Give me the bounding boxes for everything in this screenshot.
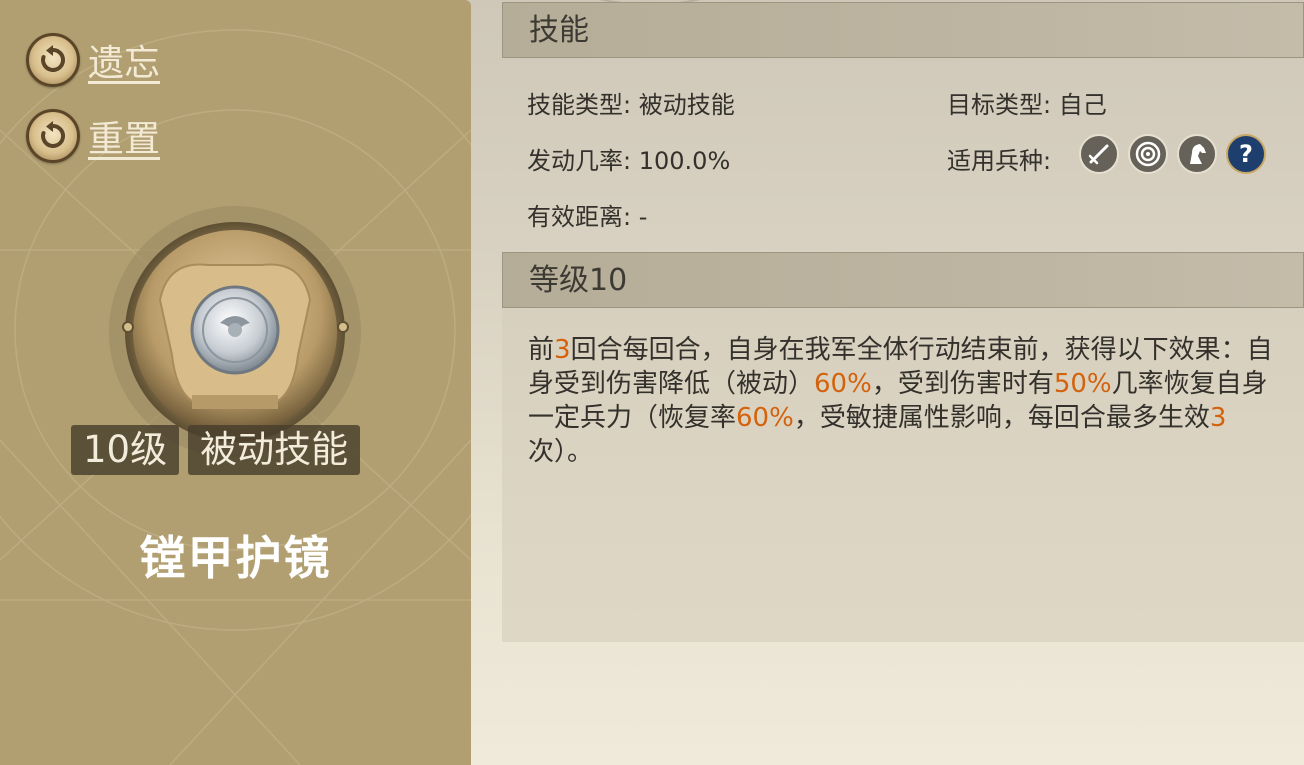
skill-description: 前3回合每回合，自身在我军全体行动结束前，获得以下效果：自身受到伤害降低（被动）…	[528, 333, 1278, 469]
unit-type-icons: ?	[1079, 134, 1266, 174]
skill-badges: 10级 被动技能	[71, 425, 361, 475]
trigger-rate-value: 100.0%	[638, 147, 731, 175]
skill-card-panel: 遗忘 重置 10级 被动技能 镗甲护镜	[0, 0, 471, 765]
description-highlight: 50%	[1053, 369, 1112, 399]
level-badge: 10级	[71, 425, 180, 475]
description-text: ，受到伤害时有	[871, 369, 1054, 399]
unit-types-row: 适用兵种:	[947, 141, 1051, 176]
reset-button[interactable]: 重置	[26, 108, 160, 164]
trigger-rate-row: 发动几率: 100.0%	[527, 141, 730, 176]
sword-icon[interactable]	[1079, 134, 1119, 174]
reset-icon	[26, 109, 80, 163]
skill-type-label: 技能类型:	[527, 91, 632, 119]
range-label: 有效距离:	[527, 203, 632, 231]
skill-type-badge: 被动技能	[188, 425, 361, 475]
level-section-header: 等级10	[502, 252, 1304, 308]
target-type-label: 目标类型:	[947, 91, 1052, 119]
description-text: 前	[528, 335, 555, 365]
help-icon[interactable]: ?	[1226, 134, 1266, 174]
skill-section-header: 技能	[502, 2, 1304, 58]
forget-label: 遗忘	[88, 43, 161, 84]
skill-name: 镗甲护镜	[139, 531, 332, 585]
description-text: ，受敏捷属性影响，每回合最多生效	[793, 403, 1210, 433]
reset-icon	[26, 33, 80, 87]
trigger-rate-label: 发动几率:	[527, 147, 632, 175]
forget-button[interactable]: 遗忘	[26, 32, 160, 88]
target-icon[interactable]	[1128, 134, 1168, 174]
horse-icon[interactable]	[1177, 134, 1217, 174]
skill-type-value: 被动技能	[638, 91, 735, 119]
target-type-value: 自己	[1058, 91, 1107, 119]
description-highlight: 60%	[736, 403, 794, 433]
reset-label: 重置	[88, 119, 161, 160]
description-highlight: 60%	[814, 369, 872, 399]
skill-type-row: 技能类型: 被动技能	[527, 85, 735, 120]
armor-shield-icon	[109, 206, 361, 458]
range-row: 有效距离: -	[527, 197, 647, 232]
target-type-row: 目标类型: 自己	[947, 85, 1107, 120]
range-value: -	[638, 203, 648, 231]
description-highlight: 3	[1209, 403, 1227, 433]
description-highlight: 3	[554, 335, 571, 365]
unit-types-label: 适用兵种:	[947, 147, 1052, 175]
description-text: 次）。	[528, 437, 594, 467]
